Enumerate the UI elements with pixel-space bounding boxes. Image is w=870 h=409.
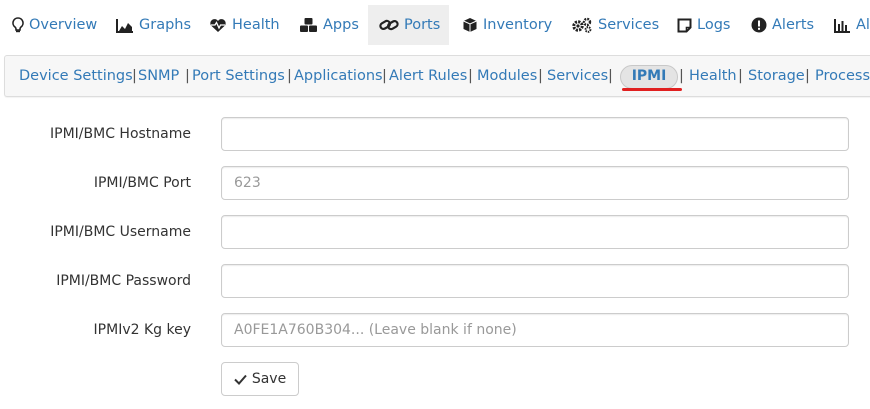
form-row-password: IPMI/BMC Password: [0, 264, 870, 298]
tab-ports[interactable]: Ports: [368, 5, 449, 45]
link-icon: [379, 18, 399, 32]
separator: |: [185, 68, 190, 84]
area-chart-icon: [116, 18, 134, 33]
cogs-icon: [571, 17, 593, 33]
tab-health[interactable]: Health: [209, 5, 280, 45]
sticky-note-icon: [677, 18, 692, 33]
separator: |: [468, 68, 473, 84]
subnav-modules[interactable]: Modules: [477, 56, 537, 96]
form-row-hostname: IPMI/BMC Hostname: [0, 117, 870, 151]
heartbeat-icon: [209, 18, 227, 33]
password-input[interactable]: [221, 264, 849, 298]
hostname-input[interactable]: [221, 117, 849, 151]
tab-apps[interactable]: Apps: [299, 5, 359, 45]
kg-key-label: IPMIv2 Kg key: [93, 322, 191, 338]
tab-services[interactable]: Services: [571, 5, 659, 45]
tab-label: Overview: [29, 17, 98, 33]
separator: |: [132, 68, 137, 84]
username-label: IPMI/BMC Username: [50, 224, 191, 240]
tab-label: Graphs: [139, 17, 192, 33]
separator: |: [608, 68, 613, 84]
cubes-icon: [299, 17, 318, 33]
separator: |: [382, 68, 387, 84]
password-label: IPMI/BMC Password: [56, 273, 191, 289]
tab-logs[interactable]: Logs: [677, 5, 730, 45]
subnav-applications[interactable]: Applications: [294, 56, 383, 96]
tab-label: Ale: [856, 17, 870, 33]
form-row-username: IPMI/BMC Username: [0, 215, 870, 249]
cube-icon: [462, 17, 478, 33]
active-underline: [622, 88, 682, 91]
lightbulb-icon: [12, 17, 24, 33]
separator: |: [738, 68, 743, 84]
subnav-processors[interactable]: Processo: [815, 56, 870, 96]
port-label: IPMI/BMC Port: [93, 175, 191, 191]
subnav-health[interactable]: Health: [689, 56, 737, 96]
settings-subnav: Device Settings | SNMP | Port Settings |…: [4, 55, 870, 97]
separator: |: [679, 68, 684, 84]
check-icon: [234, 374, 247, 385]
top-nav: Overview Graphs Health Apps Ports Invent…: [0, 5, 870, 45]
hostname-label: IPMI/BMC Hostname: [50, 126, 191, 142]
bar-chart-icon: [834, 18, 851, 33]
separator: |: [805, 68, 810, 84]
subnav-snmp[interactable]: SNMP: [138, 56, 179, 96]
tab-label: Logs: [697, 17, 731, 33]
subnav-storage[interactable]: Storage: [748, 56, 805, 96]
tab-alerts[interactable]: Alerts: [751, 5, 814, 45]
save-button[interactable]: Save: [221, 362, 299, 396]
tab-graphs[interactable]: Graphs: [116, 5, 191, 45]
tab-label: Health: [232, 17, 280, 33]
separator: |: [287, 68, 292, 84]
tab-label: Services: [598, 17, 660, 33]
exclamation-circle-icon: [751, 17, 767, 33]
form-row-port: IPMI/BMC Port: [0, 166, 870, 200]
username-input[interactable]: [221, 215, 849, 249]
kg-key-input[interactable]: [221, 313, 849, 347]
separator: |: [538, 68, 543, 84]
tab-alert-log[interactable]: Ale: [834, 5, 870, 45]
port-input[interactable]: [221, 166, 849, 200]
tab-overview[interactable]: Overview: [12, 5, 97, 45]
tab-label: Ports: [404, 17, 441, 33]
tab-label: Alerts: [772, 17, 815, 33]
subnav-services[interactable]: Services: [547, 56, 608, 96]
subnav-device-settings[interactable]: Device Settings: [19, 56, 133, 96]
tab-label: Apps: [323, 17, 359, 33]
subnav-port-settings[interactable]: Port Settings: [192, 56, 285, 96]
form-row-kg-key: IPMIv2 Kg key: [0, 313, 870, 347]
tab-inventory[interactable]: Inventory: [462, 5, 552, 45]
tab-label: Inventory: [483, 17, 553, 33]
save-label: Save: [251, 371, 287, 387]
subnav-alert-rules[interactable]: Alert Rules: [389, 56, 467, 96]
